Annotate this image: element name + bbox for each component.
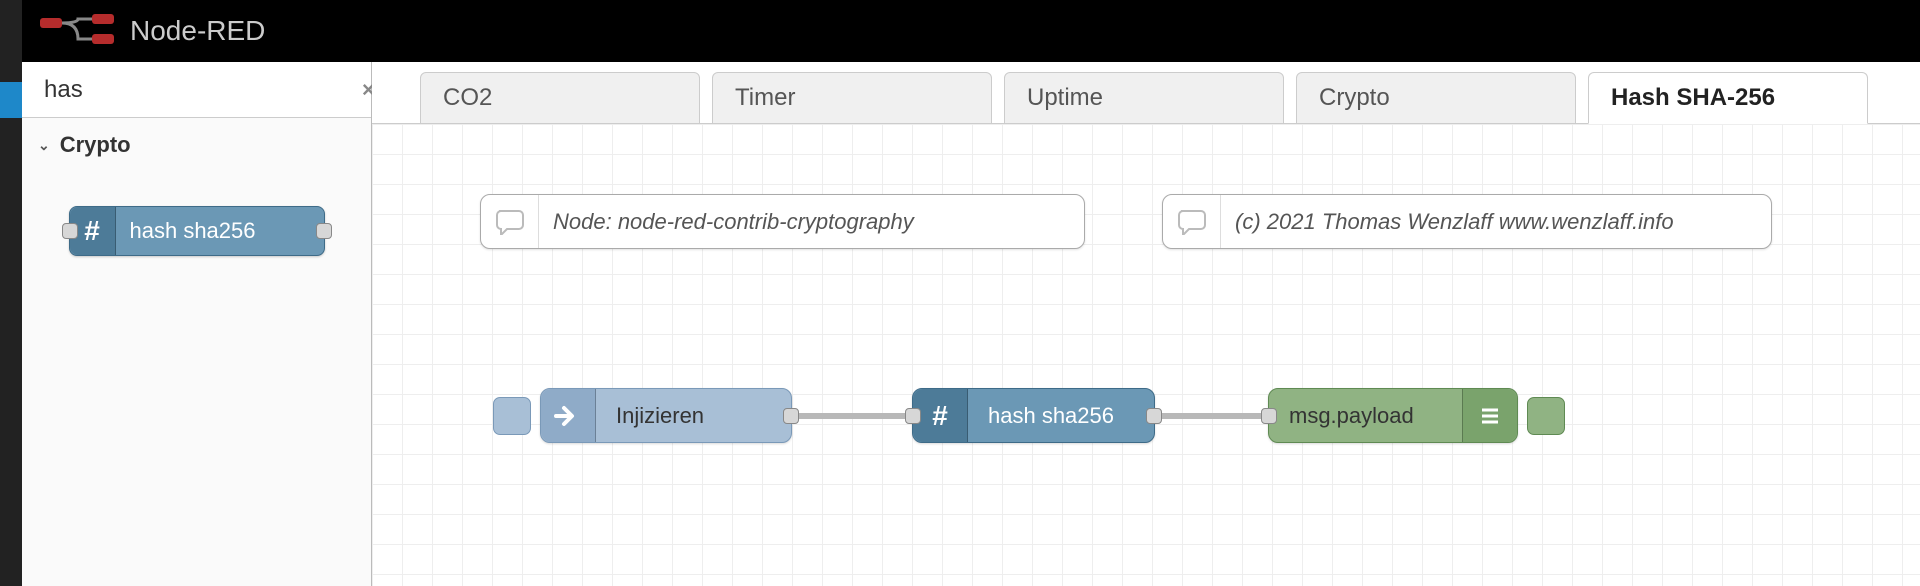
category-label: Crypto bbox=[60, 132, 131, 158]
inject-node[interactable]: Injizieren bbox=[540, 388, 792, 443]
node-output-port[interactable] bbox=[1146, 408, 1162, 424]
debug-node[interactable]: msg.payload bbox=[1268, 388, 1518, 443]
tab-crypto[interactable]: Crypto bbox=[1296, 72, 1576, 124]
comment-text: (c) 2021 Thomas Wenzlaff www.wenzlaff.in… bbox=[1221, 209, 1674, 235]
search-input[interactable] bbox=[44, 76, 354, 104]
debug-icon bbox=[1462, 389, 1517, 442]
debug-toggle-button[interactable] bbox=[1527, 397, 1565, 435]
tab-hash-sha256[interactable]: Hash SHA-256 bbox=[1588, 72, 1868, 124]
hash-node[interactable]: # hash sha256 bbox=[912, 388, 1155, 443]
workspace: CO2 Timer Uptime Crypto Hash SHA-256 Nod… bbox=[372, 62, 1920, 586]
node-port bbox=[62, 223, 78, 239]
tab-co2[interactable]: CO2 bbox=[420, 72, 700, 124]
tabbar: CO2 Timer Uptime Crypto Hash SHA-256 bbox=[372, 62, 1920, 124]
app-title: Node-RED bbox=[130, 15, 265, 47]
inject-label: Injizieren bbox=[596, 403, 724, 429]
node-input-port[interactable] bbox=[1261, 408, 1277, 424]
hash-icon: # bbox=[913, 389, 968, 442]
palette-node-label: hash sha256 bbox=[116, 218, 256, 244]
hash-label: hash sha256 bbox=[968, 403, 1134, 429]
tab-timer[interactable]: Timer bbox=[712, 72, 992, 124]
node-input-port[interactable] bbox=[905, 408, 921, 424]
app-logo: Node-RED bbox=[40, 14, 265, 48]
chevron-down-icon: ⌄ bbox=[38, 137, 50, 154]
comment-node-2[interactable]: (c) 2021 Thomas Wenzlaff www.wenzlaff.in… bbox=[1162, 194, 1772, 249]
tab-uptime[interactable]: Uptime bbox=[1004, 72, 1284, 124]
header: Node-RED bbox=[22, 0, 1920, 62]
comment-node-1[interactable]: Node: node-red-contrib-cryptography bbox=[480, 194, 1085, 249]
palette-search: × bbox=[22, 62, 371, 118]
node-port bbox=[316, 223, 332, 239]
comment-text: Node: node-red-contrib-cryptography bbox=[539, 209, 914, 235]
inject-trigger-button[interactable] bbox=[493, 397, 531, 435]
wire[interactable] bbox=[1155, 413, 1268, 419]
sidebar: × ⌄ Crypto # hash sha256 bbox=[22, 62, 372, 586]
inject-icon bbox=[541, 389, 596, 442]
comment-icon bbox=[1163, 195, 1221, 248]
debug-label: msg.payload bbox=[1269, 403, 1462, 429]
flow-canvas[interactable]: Node: node-red-contrib-cryptography (c) … bbox=[372, 124, 1920, 586]
palette-category-crypto[interactable]: ⌄ Crypto bbox=[22, 118, 371, 172]
node-output-port[interactable] bbox=[783, 408, 799, 424]
nodered-logo-icon bbox=[40, 14, 116, 48]
comment-icon bbox=[481, 195, 539, 248]
palette-node-hash-sha256[interactable]: # hash sha256 bbox=[69, 206, 325, 256]
wire[interactable] bbox=[792, 413, 912, 419]
